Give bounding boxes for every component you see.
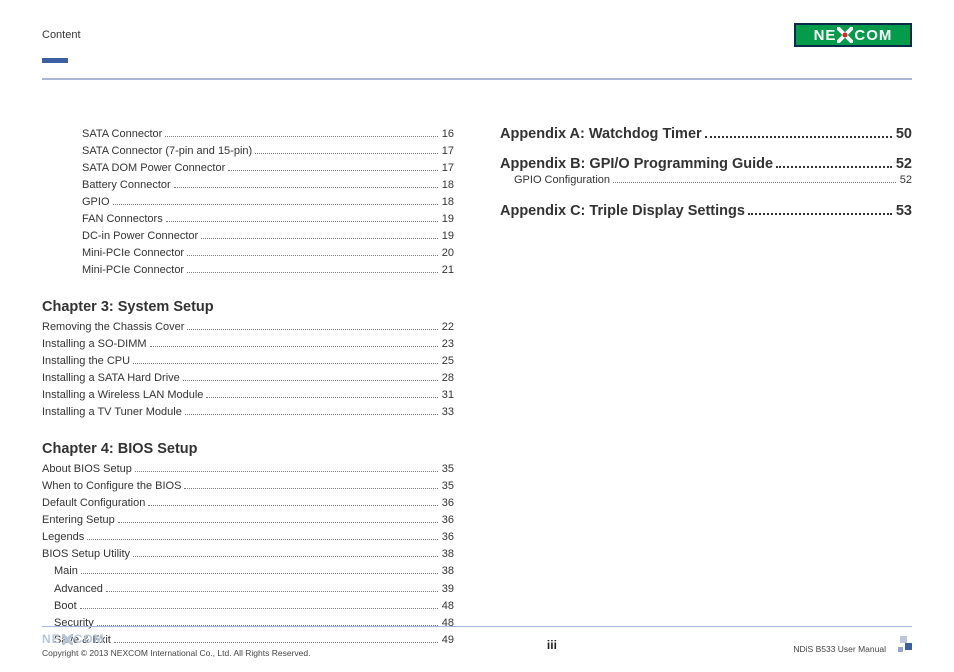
- page-number: iii: [547, 638, 557, 652]
- toc-columns: SATA Connector16 SATA Connector (7-pin a…: [42, 126, 912, 649]
- footer-rule: [42, 626, 912, 628]
- toc-entry[interactable]: Installing a TV Tuner Module33: [42, 404, 454, 421]
- toc-entry[interactable]: Battery Connector18: [42, 177, 454, 194]
- toc-entry[interactable]: Installing a Wireless LAN Module31: [42, 387, 454, 404]
- doc-title: NDiS B533 User Manual: [793, 644, 886, 654]
- toc-entry[interactable]: SATA Connector (7-pin and 15-pin)17: [42, 143, 454, 160]
- footer-row: NECOM Copyright © 2013 NEXCOM Internatio…: [42, 632, 912, 658]
- logo-x-icon: [62, 634, 73, 645]
- toc-entry[interactable]: Mini-PCIe Connector21: [42, 262, 454, 279]
- chapter-4-heading: Chapter 4: BIOS Setup: [42, 441, 454, 457]
- toc-entry[interactable]: FAN Connectors19: [42, 211, 454, 228]
- toc-entry[interactable]: SATA DOM Power Connector17: [42, 160, 454, 177]
- toc-entry[interactable]: When to Configure the BIOS35: [42, 478, 454, 495]
- toc-entry[interactable]: About BIOS Setup35: [42, 461, 454, 478]
- toc-entry[interactable]: BIOS Setup Utility38: [42, 546, 454, 563]
- appendix-a-heading[interactable]: Appendix A: Watchdog Timer50: [500, 126, 912, 142]
- copyright-text: Copyright © 2013 NEXCOM International Co…: [42, 648, 310, 658]
- appendix-b-heading[interactable]: Appendix B: GPI/O Programming Guide52: [500, 156, 912, 172]
- toc-entry[interactable]: Legends36: [42, 529, 454, 546]
- nexcom-logo: NECOM: [794, 23, 912, 47]
- toc-entry[interactable]: Installing a SO-DIMM23: [42, 336, 454, 353]
- footer-decoration-icon: [894, 636, 912, 654]
- toc-entry[interactable]: Installing a SATA Hard Drive28: [42, 370, 454, 387]
- chapter-3-heading: Chapter 3: System Setup: [42, 299, 454, 315]
- logo-x-icon: [837, 27, 853, 43]
- toc-entry[interactable]: Installing the CPU25: [42, 353, 454, 370]
- rule-accent: [42, 58, 68, 63]
- page-footer: NECOM Copyright © 2013 NEXCOM Internatio…: [42, 626, 912, 659]
- rule-line: [42, 78, 912, 80]
- toc-entry[interactable]: DC-in Power Connector19: [42, 228, 454, 245]
- toc-entry[interactable]: Boot48: [42, 598, 454, 615]
- toc-entry[interactable]: Removing the Chassis Cover22: [42, 319, 454, 336]
- header-rule: [42, 58, 912, 80]
- appendix-c-heading[interactable]: Appendix C: Triple Display Settings53: [500, 203, 912, 219]
- toc-entry[interactable]: Main38: [42, 563, 454, 580]
- footer-right: NDiS B533 User Manual: [793, 636, 912, 654]
- toc-entry[interactable]: Default Configuration36: [42, 495, 454, 512]
- toc-entry[interactable]: SATA Connector16: [42, 126, 454, 143]
- logo-text: NECOM: [814, 27, 893, 44]
- page-header: Content NECOM: [42, 18, 912, 52]
- toc-col-left: SATA Connector16 SATA Connector (7-pin a…: [42, 126, 454, 649]
- toc-col-right: Appendix A: Watchdog Timer50 Appendix B:…: [500, 126, 912, 649]
- section-label: Content: [42, 29, 81, 41]
- toc-entry[interactable]: Advanced39: [42, 581, 454, 598]
- toc-entry[interactable]: Mini-PCIe Connector20: [42, 245, 454, 262]
- footer-logo: NECOM: [42, 632, 310, 646]
- toc-entry[interactable]: Entering Setup36: [42, 512, 454, 529]
- footer-left: NECOM Copyright © 2013 NEXCOM Internatio…: [42, 632, 310, 658]
- toc-entry[interactable]: GPIO Configuration52: [500, 172, 912, 189]
- toc-entry[interactable]: GPIO18: [42, 194, 454, 211]
